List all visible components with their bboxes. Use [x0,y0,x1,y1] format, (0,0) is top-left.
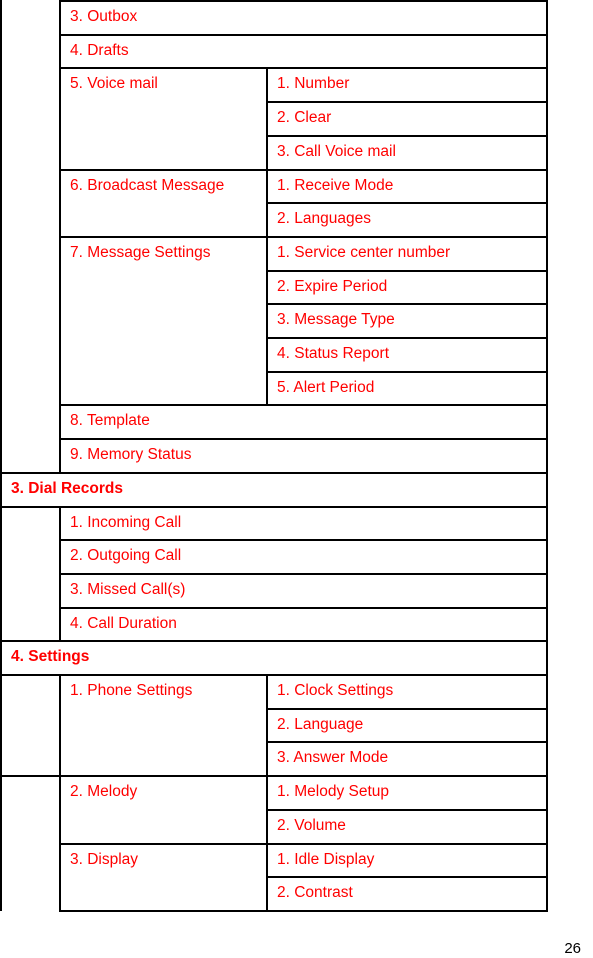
submenu-item: 1. Clock Settings [277,682,394,699]
column-divider [59,236,61,406]
menu-item: 2. Melody [70,783,138,800]
column-divider [546,472,548,507]
column-divider [59,775,61,843]
submenu-item: 1. Number [277,75,350,92]
column-divider [546,438,548,473]
column-divider [59,539,61,574]
section-heading: 4. Settings [11,648,90,665]
column-divider [59,843,61,911]
row-divider [266,809,548,811]
column-divider [546,640,548,675]
submenu-item: 2. Clear [277,109,332,126]
row-divider [266,337,548,339]
menu-item: 3. Outbox [70,8,138,25]
row-divider [0,775,61,777]
submenu-item: 1. Service center number [277,244,451,261]
column-divider [546,67,548,169]
column-divider [59,404,61,439]
row-divider [266,741,548,743]
row-divider [0,640,548,642]
menu-item: 9. Memory Status [70,446,192,463]
submenu-item: 3. Call Voice mail [277,143,396,160]
column-divider [59,169,61,237]
row-divider [266,101,548,103]
section-heading: 3. Dial Records [11,480,123,497]
row-divider [0,506,548,508]
column-divider [59,506,61,541]
column-divider [59,67,61,169]
row-divider [266,202,548,204]
column-divider [59,607,61,642]
menu-item: 8. Template [70,412,150,429]
row-divider [266,708,548,710]
column-divider [546,539,548,574]
menu-item: 1. Incoming Call [70,514,182,531]
submenu-item: 1. Idle Display [277,851,375,868]
submenu-item: 5. Alert Period [277,379,375,396]
row-divider [266,303,548,305]
row-divider [266,135,548,137]
row-divider [59,775,548,777]
submenu-item: 3. Answer Mode [277,749,389,766]
row-divider [59,34,548,36]
column-divider [59,438,61,473]
submenu-item: 4. Status Report [277,345,390,362]
submenu-item: 2. Language [277,716,364,733]
menu-item: 6. Broadcast Message [70,177,225,194]
row-divider [59,607,548,609]
row-divider [0,472,548,474]
menu-item: 2. Outgoing Call [70,547,182,564]
menu-item: 3. Display [70,851,139,868]
column-divider [266,674,268,776]
submenu-item: 1. Receive Mode [277,177,394,194]
column-divider [546,506,548,541]
submenu-item: 2. Expire Period [277,278,388,295]
submenu-item: 1. Melody Setup [277,783,390,800]
column-divider [546,236,548,406]
row-divider [59,910,548,912]
column-divider [59,0,61,35]
menu-item: 7. Message Settings [70,244,211,261]
row-divider [59,539,548,541]
column-divider [59,34,61,69]
column-divider [546,0,548,35]
column-divider [546,674,548,776]
row-divider [59,438,548,440]
row-divider [59,236,548,238]
submenu-item: 2. Contrast [277,884,353,901]
column-divider [546,34,548,69]
row-divider [59,0,548,2]
menu-item: 3. Missed Call(s) [70,581,186,598]
column-divider [546,573,548,608]
row-divider [266,876,548,878]
submenu-item: 2. Volume [277,817,346,834]
document-page: 3. Outbox 4. Drafts 5. Voice mail 1. Number… [0,0,593,958]
row-divider [59,843,548,845]
column-divider [266,67,268,169]
menu-item: 5. Voice mail [70,75,158,92]
row-divider [0,674,548,676]
row-divider [59,404,548,406]
column-divider [266,236,268,406]
page-number: 26 [564,940,581,957]
row-divider [59,573,548,575]
column-divider [59,573,61,608]
submenu-item: 2. Languages [277,210,371,227]
row-divider [59,67,548,69]
menu-item: 1. Phone Settings [70,682,193,699]
row-divider [59,169,548,171]
row-divider [266,371,548,373]
menu-item: 4. Drafts [70,42,129,59]
menu-item: 4. Call Duration [70,615,177,632]
row-divider [266,270,548,272]
column-divider [546,404,548,439]
column-divider [59,674,61,776]
column-divider [546,607,548,642]
submenu-item: 3. Message Type [277,311,395,328]
